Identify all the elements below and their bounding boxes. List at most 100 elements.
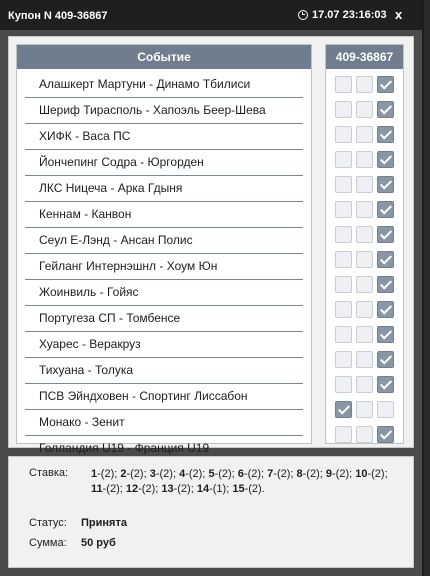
outcome-row bbox=[326, 122, 403, 147]
bet-outcome: -(2); bbox=[367, 468, 388, 480]
outcome-checkbox[interactable] bbox=[377, 326, 394, 343]
outcome-checkbox[interactable] bbox=[356, 426, 373, 443]
events-header: Событие bbox=[17, 45, 311, 69]
event-row: Монако - Зенит bbox=[25, 410, 303, 436]
outcome-row bbox=[326, 247, 403, 272]
bet-outcome: -(2); bbox=[173, 483, 197, 495]
outcome-checkbox[interactable] bbox=[356, 351, 373, 368]
outcome-checkbox[interactable] bbox=[377, 201, 394, 218]
bet-number: 12 bbox=[125, 483, 139, 495]
outcome-checkbox[interactable] bbox=[335, 126, 352, 143]
outcome-checkbox[interactable] bbox=[335, 376, 352, 393]
outcome-checkbox[interactable] bbox=[335, 301, 352, 318]
outcome-checkbox[interactable] bbox=[356, 76, 373, 93]
outcome-row bbox=[326, 297, 403, 322]
outcome-checkbox[interactable] bbox=[356, 176, 373, 193]
outcome-row bbox=[326, 272, 403, 297]
outcome-checkbox[interactable] bbox=[377, 401, 394, 418]
outcome-checkbox[interactable] bbox=[377, 126, 394, 143]
outcome-checkbox[interactable] bbox=[356, 276, 373, 293]
bet-outcome: -(2); bbox=[332, 468, 356, 480]
outcome-checkbox[interactable] bbox=[377, 351, 394, 368]
outcome-checkbox[interactable] bbox=[356, 151, 373, 168]
outcome-checkbox[interactable] bbox=[335, 101, 352, 118]
outcome-checkbox[interactable] bbox=[335, 401, 352, 418]
outcome-checkbox[interactable] bbox=[335, 326, 352, 343]
bet-outcome: -(2); bbox=[138, 483, 162, 495]
window-title: Купон N 409-36867 bbox=[8, 10, 108, 22]
clock-icon bbox=[298, 10, 308, 20]
event-row: Жоинвиль - Гойяс bbox=[25, 280, 303, 306]
outcome-checkbox[interactable] bbox=[356, 201, 373, 218]
outcome-row bbox=[326, 97, 403, 122]
outcome-checkbox[interactable] bbox=[377, 276, 394, 293]
outcome-checkbox[interactable] bbox=[377, 301, 394, 318]
outcome-row bbox=[326, 222, 403, 247]
outcome-checkbox[interactable] bbox=[377, 101, 394, 118]
bet-number: 14 bbox=[196, 483, 210, 495]
bet-outcome: -(2); bbox=[302, 468, 326, 480]
outcome-checkbox[interactable] bbox=[335, 276, 352, 293]
outcome-checkbox[interactable] bbox=[335, 201, 352, 218]
outcome-checkbox[interactable] bbox=[356, 101, 373, 118]
event-list: Алашкерт Мартуни - Динамо Тбилиси Шериф Т… bbox=[17, 69, 311, 461]
outcome-checkbox[interactable] bbox=[335, 176, 352, 193]
outcome-checkbox[interactable] bbox=[335, 351, 352, 368]
summary-panel: Ставка: 1-(2); 2-(2); 3-(2); 4-(2); 5-(2… bbox=[8, 456, 414, 568]
outcome-checkbox[interactable] bbox=[377, 76, 394, 93]
bet-list: 1-(2); 2-(2); 3-(2); 4-(2); 5-(2); 6-(2)… bbox=[91, 467, 397, 497]
bet-outcome: -(2); bbox=[126, 468, 150, 480]
bet-outcome: -(2); bbox=[97, 468, 121, 480]
bet-number: 11 bbox=[91, 483, 103, 495]
outcome-row bbox=[326, 347, 403, 372]
outcome-checkbox[interactable] bbox=[377, 426, 394, 443]
status-label: Статус: bbox=[29, 517, 67, 529]
outcome-checkbox[interactable] bbox=[356, 376, 373, 393]
event-row: ПСВ Эйндховен - Спортинг Лиссабон bbox=[25, 384, 303, 410]
bet-outcome: -(2); bbox=[185, 468, 209, 480]
event-row: Гейланг Интернэшнл - Хоум Юн bbox=[25, 254, 303, 280]
bet-outcome: -(2); bbox=[155, 468, 180, 480]
datetime: 17.07 23:16:03 bbox=[298, 9, 387, 21]
event-row: ЛКС Ницеча - Арка Гдыня bbox=[25, 176, 303, 202]
bet-number: 13 bbox=[161, 483, 174, 495]
outcome-checkbox[interactable] bbox=[377, 251, 394, 268]
bet-label: Ставка: bbox=[29, 467, 69, 479]
outcome-row bbox=[326, 322, 403, 347]
outcome-row bbox=[326, 172, 403, 197]
bet-outcome: -(2); bbox=[102, 483, 126, 495]
outcome-checkbox[interactable] bbox=[356, 326, 373, 343]
outcome-checkbox[interactable] bbox=[356, 301, 373, 318]
event-row: Сеул Е-Лэнд - Ансан Полис bbox=[25, 228, 303, 254]
outcome-checkbox[interactable] bbox=[335, 251, 352, 268]
outcome-row bbox=[326, 397, 403, 422]
outcome-checkbox[interactable] bbox=[356, 251, 373, 268]
title-bar: Купон N 409-36867 17.07 23:16:03 x bbox=[0, 0, 422, 30]
bet-outcome: -(2). bbox=[244, 483, 265, 495]
outcome-checkbox[interactable] bbox=[377, 151, 394, 168]
outcome-checkbox[interactable] bbox=[356, 401, 373, 418]
outcome-checkbox[interactable] bbox=[356, 126, 373, 143]
event-row: Тихуана - Толука bbox=[25, 358, 303, 384]
outcome-checkbox[interactable] bbox=[377, 376, 394, 393]
event-row: Кеннам - Канвон bbox=[25, 202, 303, 228]
datetime-text: 17.07 23:16:03 bbox=[312, 9, 387, 21]
outcome-row bbox=[326, 422, 403, 447]
coupon-panel: Событие Алашкерт Мартуни - Динамо Тбилис… bbox=[8, 36, 414, 455]
outcome-checkbox[interactable] bbox=[377, 176, 394, 193]
event-row: Йончепинг Содра - Юргорден bbox=[25, 150, 303, 176]
outcome-checkbox[interactable] bbox=[356, 226, 373, 243]
outcome-row bbox=[326, 147, 403, 172]
outcome-checkbox[interactable] bbox=[377, 226, 394, 243]
outcome-checkbox[interactable] bbox=[335, 76, 352, 93]
bet-outcome: -(2); bbox=[243, 468, 268, 480]
bet-number: 15 bbox=[232, 483, 245, 495]
event-row: Хуарес - Веракруз bbox=[25, 332, 303, 358]
close-button[interactable]: x bbox=[395, 7, 402, 22]
status-value: Принята bbox=[81, 517, 127, 529]
events-table: Событие Алашкерт Мартуни - Динамо Тбилис… bbox=[16, 44, 312, 455]
outcome-checkbox[interactable] bbox=[335, 226, 352, 243]
outcome-checkbox[interactable] bbox=[335, 151, 352, 168]
outcome-row bbox=[326, 197, 403, 222]
outcome-checkbox[interactable] bbox=[335, 426, 352, 443]
